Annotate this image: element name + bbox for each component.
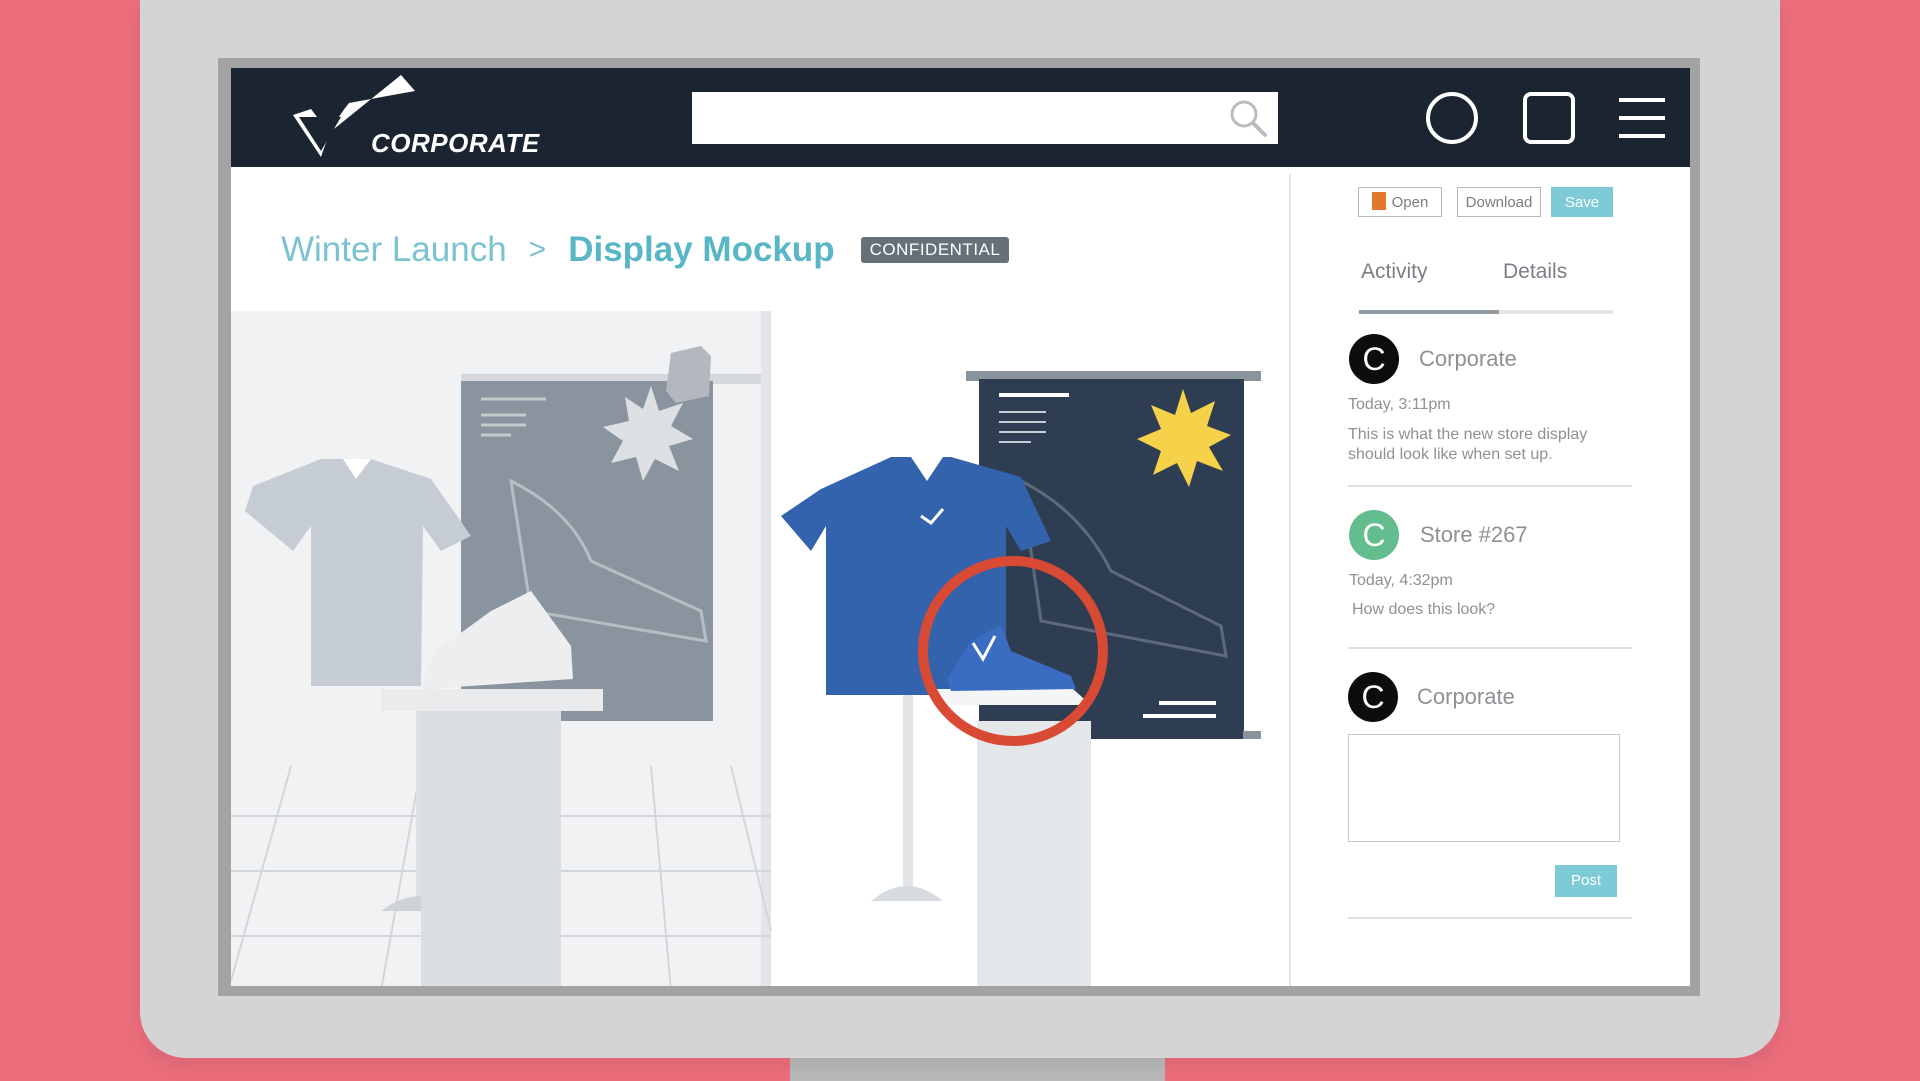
store-display-scene — [781, 371, 1261, 986]
reply-author: Corporate — [1417, 684, 1515, 709]
search-input[interactable] — [692, 92, 1278, 144]
avatar[interactable]: C — [1349, 334, 1399, 384]
open-button-label: Open — [1391, 194, 1429, 211]
breadcrumb-separator: > — [528, 233, 547, 266]
open-file-icon — [1371, 192, 1386, 210]
app-screen: CORPORATE Winter Launch > Display Mockup… — [231, 68, 1690, 986]
top-navigation-bar: CORPORATE — [231, 68, 1690, 167]
avatar[interactable]: C — [1348, 672, 1398, 722]
activity-timestamp: Today, 3:11pm — [1348, 396, 1451, 413]
tab-details[interactable]: Details — [1503, 260, 1567, 284]
activity-timestamp: Today, 4:32pm — [1349, 572, 1453, 589]
reply-textarea[interactable] — [1348, 734, 1620, 842]
activity-author: Store #267 — [1420, 522, 1528, 547]
confidential-badge: CONFIDENTIAL — [860, 237, 1010, 263]
panel-divider — [1289, 174, 1291, 986]
activity-message: How does this look? — [1352, 601, 1496, 618]
post-button[interactable]: Post — [1555, 865, 1617, 897]
display-mockup-image — [231, 311, 1261, 986]
brand-name: CORPORATE — [371, 128, 540, 158]
page-title: Display Mockup — [568, 230, 835, 269]
breadcrumb-parent-link[interactable]: Winter Launch — [281, 230, 507, 270]
avatar[interactable]: C — [1349, 510, 1399, 560]
tab-activity[interactable]: Activity — [1361, 260, 1428, 284]
tab-indicator-track — [1359, 310, 1613, 314]
search-icon[interactable] — [1228, 98, 1268, 138]
hamburger-menu-icon[interactable] — [1615, 90, 1671, 146]
active-tab-indicator — [1359, 310, 1499, 314]
square-icon[interactable] — [1521, 90, 1577, 146]
faded-store-scene — [231, 311, 772, 986]
activity-author: Corporate — [1419, 346, 1517, 371]
activity-message: This is what the new store display shoul… — [1348, 426, 1588, 463]
activity-divider — [1348, 647, 1632, 649]
open-button[interactable]: Open — [1358, 187, 1442, 217]
save-button[interactable]: Save — [1551, 187, 1613, 217]
circle-icon[interactable] — [1424, 90, 1480, 146]
download-button[interactable]: Download — [1457, 187, 1541, 217]
composer-divider — [1348, 917, 1632, 919]
activity-divider — [1348, 485, 1632, 487]
breadcrumb: Winter Launch > Display Mockup CONFIDENT… — [281, 230, 1010, 270]
